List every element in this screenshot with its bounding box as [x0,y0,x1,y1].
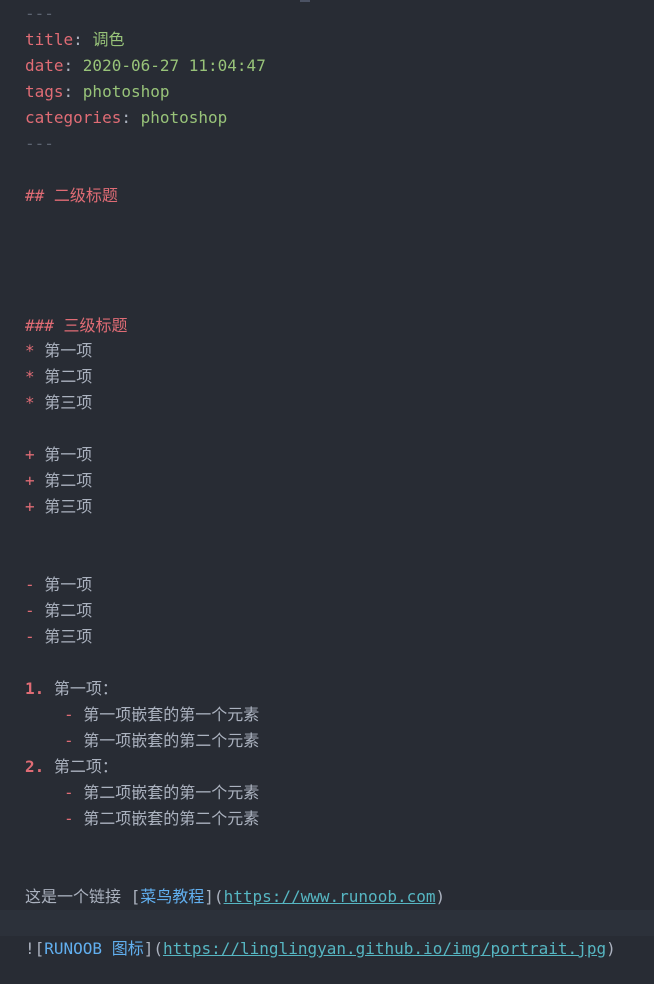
list-item: * 第一项 [25,338,92,364]
heading-3-marker: ### [25,316,54,335]
heading-3-text: 三级标题 [63,316,128,335]
star-bullet: * [25,367,35,386]
title-value: 调色 [92,30,125,49]
link-close-bracket: ]( [204,887,224,906]
date-sep: : [63,56,83,75]
list-item: + 第二项 [25,468,92,494]
front-matter-tags: tags: photoshop [25,79,170,105]
star-bullet: * [25,393,35,412]
ordered-list-item: 2. 第二项： [25,754,118,780]
dash-bullet: - [25,601,35,620]
link-url[interactable]: https://www.runoob.com [224,887,436,906]
heading-2-marker: ## [25,186,45,205]
tags-key: tags [25,82,64,101]
list-item-text: 第一项嵌套的第一个元素 [83,705,260,724]
image-bang-bracket: ![ [25,939,45,958]
list-item-text: 第二项嵌套的第一个元素 [83,783,260,802]
image-url[interactable]: https://linglingyan.github.io/img/portra… [163,939,606,958]
ordered-number: 2. [25,757,45,776]
list-item: * 第二项 [25,364,92,390]
list-item-text: 第一项嵌套的第二个元素 [83,731,260,750]
link-prefix: 这是一个链接 [25,887,131,906]
nested-list-item: - 第二项嵌套的第一个元素 [64,780,259,806]
plus-bullet: + [25,445,35,464]
dash-bullet: - [64,731,74,750]
tags-sep: : [63,82,83,101]
ordered-number: 1. [25,679,45,698]
list-item: - 第三项 [25,624,92,650]
markdown-editor[interactable]: --- title: 调色 date: 2020-06-27 11:04:47 … [0,0,654,984]
front-matter-title: title: 调色 [25,27,124,53]
list-item-text: 第一项 [44,445,93,464]
front-matter-date: date: 2020-06-27 11:04:47 [25,53,266,79]
heading-3: ### 三级标题 [25,313,128,339]
tags-value: photoshop [82,82,170,101]
list-item-text: 第三项 [44,393,93,412]
title-sep: : [73,30,93,49]
categories-value: photoshop [140,108,228,127]
link-line: 这是一个链接 [菜鸟教程](https://www.runoob.com) [25,884,445,910]
plus-bullet: + [25,471,35,490]
categories-sep: : [121,108,141,127]
nested-list-item: - 第一项嵌套的第一个元素 [64,702,259,728]
categories-key: categories [25,108,122,127]
list-item-text: 第二项嵌套的第二个元素 [83,809,260,828]
list-item-text: 第三项 [44,627,93,646]
front-matter-close: --- [25,134,54,153]
front-matter-open: --- [25,4,54,23]
list-item-text: 第二项 [44,601,93,620]
list-item-text: 第一项： [53,679,118,698]
star-bullet: * [25,341,35,360]
list-item-text: 第二项： [53,757,118,776]
ordered-list-item: 1. 第一项： [25,676,118,702]
image-alt-text[interactable]: RUNOOB 图标 [44,939,143,958]
link-open-bracket: [ [130,887,141,906]
list-item-text: 第一项 [44,341,93,360]
date-key: date [25,56,64,75]
nested-list-item: - 第一项嵌套的第二个元素 [64,728,259,754]
list-item: * 第三项 [25,390,92,416]
list-item: + 第三项 [25,494,92,520]
current-line-highlight [0,910,654,936]
scroll-indicator [300,0,310,2]
nested-list-item: - 第二项嵌套的第二个元素 [64,806,259,832]
list-item: + 第一项 [25,442,92,468]
image-close-bracket: ]( [143,939,163,958]
image-close-paren: ) [606,939,616,958]
dash-bullet: - [64,809,74,828]
title-key: title [25,30,74,49]
dash-bullet: - [64,705,74,724]
link-text[interactable]: 菜鸟教程 [140,887,204,906]
dash-bullet: - [25,575,35,594]
plus-bullet: + [25,497,35,516]
list-item-text: 第二项 [44,367,93,386]
list-item-text: 第二项 [44,471,93,490]
link-close-paren: ) [435,887,446,906]
dash-bullet: - [25,627,35,646]
image-line: ![RUNOOB 图标](https://linglingyan.github.… [25,936,616,962]
date-value: 2020-06-27 11:04:47 [82,56,266,75]
heading-2-text: 二级标题 [53,186,118,205]
list-item-text: 第三项 [44,497,93,516]
list-item: - 第一项 [25,572,92,598]
heading-2: ## 二级标题 [25,183,118,209]
dash-bullet: - [64,783,74,802]
list-item: - 第二项 [25,598,92,624]
list-item-text: 第一项 [44,575,93,594]
front-matter-categories: categories: photoshop [25,105,227,131]
